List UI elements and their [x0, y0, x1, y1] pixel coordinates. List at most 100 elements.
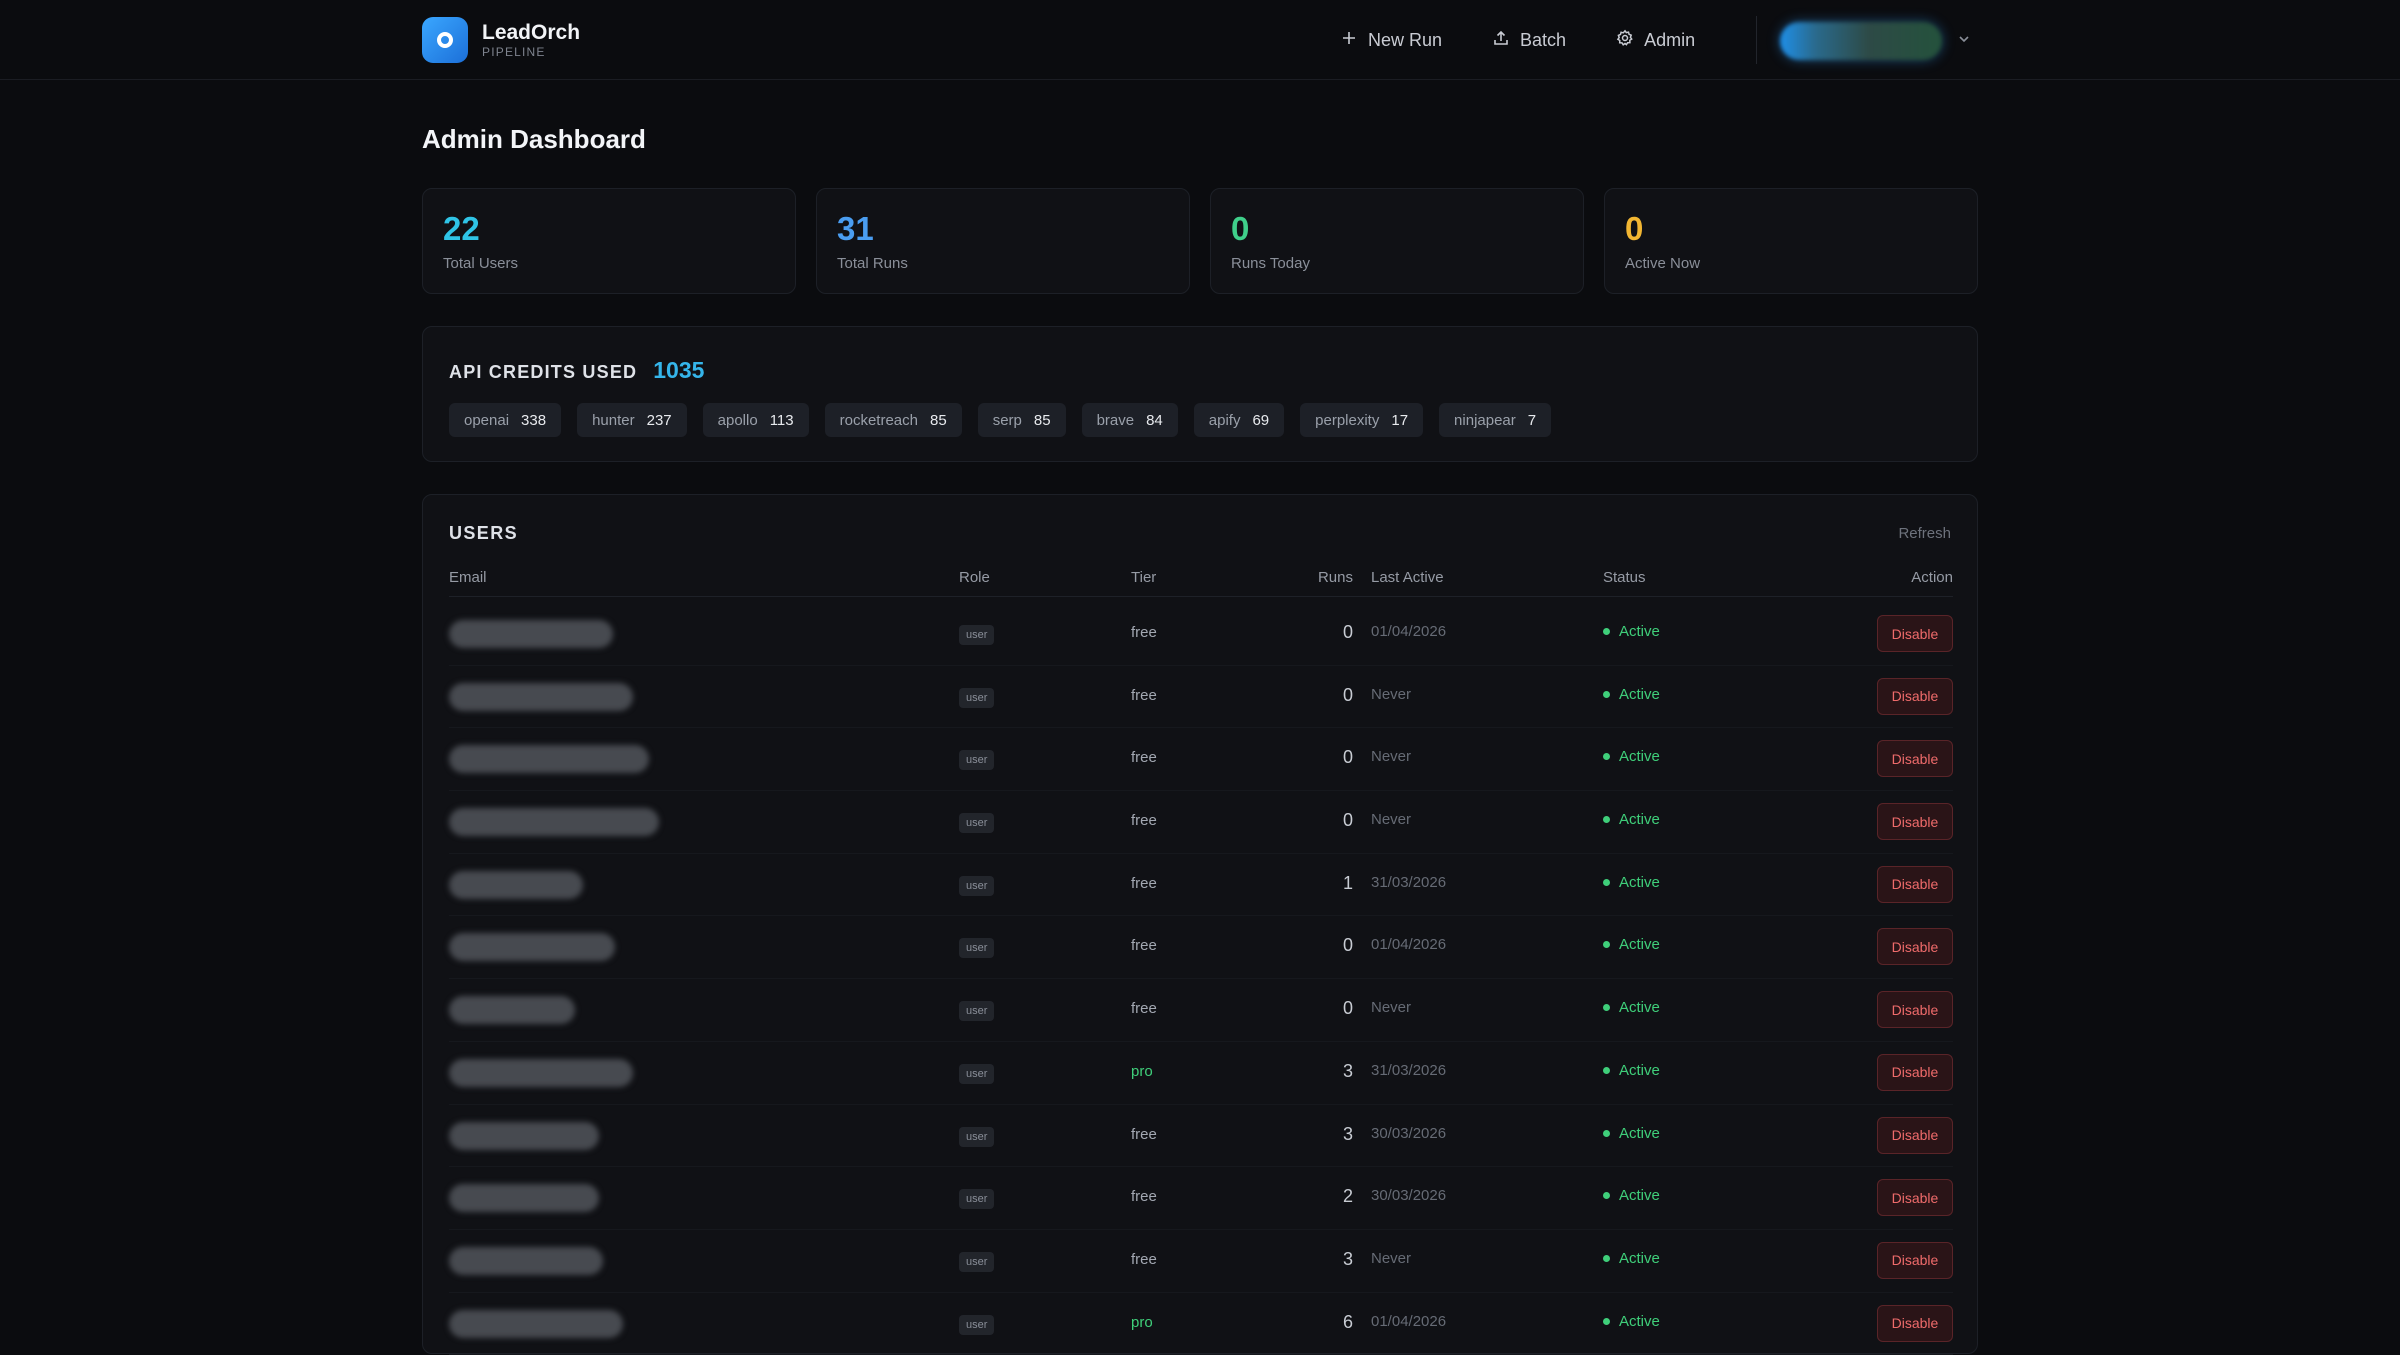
status-badge: Active	[1603, 748, 1660, 765]
status-text: Active	[1619, 748, 1660, 766]
disable-button[interactable]: Disable	[1877, 928, 1953, 966]
disable-button[interactable]: Disable	[1877, 803, 1953, 841]
table-row: user free 0 Never Active Disable	[449, 979, 1953, 1042]
new-run-button[interactable]: New Run	[1340, 29, 1442, 52]
brand[interactable]: LeadOrch PIPELINE	[422, 17, 580, 63]
new-run-label: New Run	[1368, 29, 1443, 50]
stat-card-active-now: 0 Active Now	[1604, 188, 1978, 294]
credit-chip: openai 338	[449, 403, 562, 437]
role-badge: user	[959, 1189, 995, 1210]
disable-button[interactable]: Disable	[1877, 865, 1953, 903]
col-status[interactable]: Status	[1603, 569, 1646, 586]
disable-button[interactable]: Disable	[1877, 677, 1953, 715]
status-dot	[1603, 628, 1610, 635]
last-active: 01/04/2026	[1371, 623, 1447, 640]
runs-count: 0	[1342, 935, 1353, 956]
refresh-button[interactable]: Refresh	[1898, 525, 1951, 542]
tier-label: free	[1131, 686, 1157, 704]
role-badge: user	[959, 813, 995, 834]
brand-name: LeadOrch	[482, 21, 581, 44]
status-text: Active	[1619, 873, 1660, 891]
status-badge: Active	[1603, 1250, 1660, 1267]
logo-icon	[422, 17, 468, 63]
email-redacted	[449, 996, 575, 1025]
credits-total: 1035	[653, 357, 705, 383]
tier-label: free	[1131, 1188, 1157, 1206]
email-redacted	[449, 1246, 603, 1275]
runs-count: 0	[1342, 622, 1353, 642]
users-panel: USERS Refresh Email Role Tier Runs Last …	[422, 494, 1978, 1355]
tier-label: pro	[1131, 1062, 1153, 1080]
status-text: Active	[1619, 1061, 1660, 1079]
col-role[interactable]: Role	[959, 569, 990, 586]
avatar	[1780, 22, 1942, 60]
table-row: user free 0 Never Active Disable	[449, 728, 1953, 792]
last-active: 31/03/2026	[1371, 1061, 1447, 1079]
disable-button[interactable]: Disable	[1877, 740, 1953, 778]
status-dot	[1603, 1004, 1610, 1012]
api-credits-panel: API CREDITS USED 1035 openai 338 hunter 23…	[422, 326, 1978, 462]
tier-label: free	[1131, 874, 1157, 892]
disable-button[interactable]: Disable	[1877, 1241, 1953, 1279]
last-active: Never	[1371, 999, 1412, 1017]
status-text: Active	[1619, 623, 1660, 640]
runs-count: 0	[1342, 684, 1353, 705]
table-row: user free 0 01/04/2026 Active Disable	[449, 603, 1953, 666]
stat-value: 31	[837, 210, 874, 247]
stat-label: Total Runs	[837, 255, 908, 272]
tier-label: free	[1131, 624, 1157, 641]
admin-button[interactable]: Admin	[1616, 29, 1695, 52]
disable-button[interactable]: Disable	[1877, 1116, 1953, 1154]
disable-button[interactable]: Disable	[1877, 1304, 1953, 1342]
status-badge: Active	[1603, 811, 1660, 828]
table-row: user free 3 Never Active Disable	[449, 1230, 1953, 1293]
col-runs[interactable]: Runs	[1269, 569, 1353, 586]
last-active: Never	[1371, 748, 1412, 766]
disable-button[interactable]: Disable	[1877, 991, 1953, 1029]
last-active: 31/03/2026	[1371, 873, 1447, 891]
stat-label: Active Now	[1625, 255, 1701, 272]
disable-button[interactable]: Disable	[1877, 1053, 1953, 1091]
role-badge: user	[959, 625, 995, 645]
role-badge: user	[959, 938, 995, 959]
top-bar: LeadOrch PIPELINE New Run Batch Admin	[0, 0, 2400, 80]
disable-button[interactable]: Disable	[1877, 1179, 1953, 1217]
status-text: Active	[1619, 685, 1660, 703]
col-last-active[interactable]: Last Active	[1371, 569, 1444, 586]
status-text: Active	[1619, 811, 1660, 829]
credit-chip: hunter 237	[577, 403, 687, 437]
status-badge: Active	[1603, 1125, 1660, 1142]
credit-chip: brave 84	[1081, 403, 1178, 437]
status-badge: Active	[1603, 1313, 1660, 1330]
table-row: user free 3 30/03/2026 Active Disable	[449, 1105, 1953, 1168]
status-dot	[1603, 690, 1610, 698]
batch-button[interactable]: Batch	[1492, 29, 1566, 52]
runs-count: 2	[1342, 1186, 1353, 1207]
email-redacted	[449, 1121, 599, 1150]
runs-count: 3	[1342, 1060, 1353, 1081]
status-text: Active	[1619, 1124, 1660, 1142]
disable-button[interactable]: Disable	[1877, 615, 1953, 652]
stat-label: Runs Today	[1231, 255, 1310, 272]
status-badge: Active	[1603, 1187, 1660, 1204]
email-redacted	[449, 1184, 599, 1213]
status-badge: Active	[1603, 936, 1660, 953]
status-badge: Active	[1603, 999, 1660, 1016]
user-menu[interactable]	[1780, 22, 1972, 60]
runs-count: 3	[1342, 1248, 1353, 1269]
runs-count: 0	[1342, 810, 1353, 831]
status-text: Active	[1619, 1187, 1660, 1205]
stat-value: 22	[443, 210, 480, 247]
role-badge: user	[959, 750, 995, 771]
col-tier[interactable]: Tier	[1131, 569, 1156, 586]
last-active: Never	[1371, 685, 1412, 703]
status-dot	[1603, 941, 1610, 949]
credit-chip: apify 69	[1193, 403, 1285, 437]
col-email[interactable]: Email	[449, 569, 487, 586]
table-row: user free 0 01/04/2026 Active Disable	[449, 916, 1953, 980]
last-active: Never	[1371, 1249, 1412, 1267]
table-row: user free 1 31/03/2026 Active Disable	[449, 854, 1953, 917]
tier-label: free	[1131, 749, 1157, 767]
credit-chip: rocketreach 85	[824, 403, 962, 437]
brand-subtitle: PIPELINE	[482, 45, 546, 59]
